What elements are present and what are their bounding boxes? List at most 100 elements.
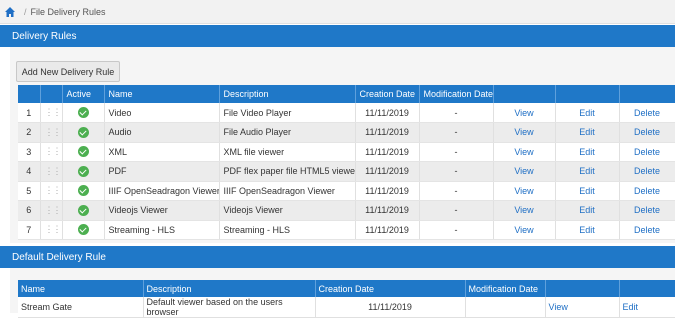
delete-link[interactable]: Delete	[619, 142, 675, 162]
rule-modified: -	[419, 122, 494, 143]
delete-link[interactable]: Delete	[619, 122, 675, 143]
active-check-icon	[77, 165, 89, 177]
col-description[interactable]: Description	[219, 85, 356, 103]
active-check-icon	[77, 204, 89, 216]
default-rule-modified	[465, 297, 546, 318]
view-link[interactable]: View	[493, 122, 556, 143]
table-row: 5 ⋮⋮ IIIF OpenSeadragon Viewer IIIF OpenSea…	[18, 181, 675, 201]
edit-link[interactable]: Edit	[555, 220, 620, 240]
default-rule-title: Default Delivery Rule	[12, 251, 106, 263]
active-check-icon	[77, 224, 89, 236]
rule-created: 11/11/2019	[355, 220, 420, 240]
rule-name: Audio	[104, 122, 220, 143]
view-link[interactable]: View	[493, 142, 556, 162]
rule-description: XML file viewer	[219, 142, 356, 162]
add-delivery-rule-button[interactable]: Add New Delivery Rule	[16, 61, 120, 82]
delivery-rules-header: Delivery Rules	[0, 25, 675, 47]
view-link[interactable]: View	[493, 200, 556, 221]
rule-description: Videojs Viewer	[219, 200, 356, 221]
active-cell	[62, 142, 105, 162]
table-row: 3 ⋮⋮ XML XML file viewer 11/11/2019- View Edit…	[18, 142, 675, 162]
edit-link[interactable]: Edit	[555, 142, 620, 162]
active-cell	[62, 220, 105, 240]
delete-link[interactable]: Delete	[619, 220, 675, 240]
col-creation-date[interactable]: Creation Date	[355, 85, 420, 103]
rule-name: XML	[104, 142, 220, 162]
breadcrumb-current: File Delivery Rules	[30, 6, 106, 17]
delete-link[interactable]: Delete	[619, 200, 675, 221]
drag-handle-icon[interactable]: ⋮⋮	[40, 103, 63, 123]
col-modification-date[interactable]: Modification Date	[419, 85, 494, 103]
view-link[interactable]: View	[493, 161, 556, 182]
active-cell	[62, 200, 105, 221]
table-row: 2 ⋮⋮ Audio File Audio Player 11/11/2019- View…	[18, 122, 675, 143]
table-row: 4 ⋮⋮ PDF PDF flex paper file HTML5 viewer 11…	[18, 161, 675, 182]
default-rule-view-link[interactable]: View	[545, 297, 620, 318]
edit-link[interactable]: Edit	[555, 161, 620, 182]
col-active[interactable]: Active	[62, 85, 105, 103]
drag-handle-icon[interactable]: ⋮⋮	[40, 220, 63, 240]
default-rule-description: Default viewer based on the users browse…	[143, 297, 316, 318]
active-cell	[62, 103, 105, 123]
rule-description: File Video Player	[219, 103, 356, 123]
default-rule-created: 11/11/2019	[315, 297, 466, 318]
row-number: 7	[18, 220, 41, 240]
active-cell	[62, 181, 105, 201]
row-number: 3	[18, 142, 41, 162]
rule-created: 11/11/2019	[355, 181, 420, 201]
col-drag	[40, 85, 63, 103]
col-edit	[555, 85, 620, 103]
drag-handle-icon[interactable]: ⋮⋮	[40, 181, 63, 201]
row-number: 2	[18, 122, 41, 143]
rule-created: 11/11/2019	[355, 200, 420, 221]
drag-handle-icon[interactable]: ⋮⋮	[40, 200, 63, 221]
default-col-creation-date: Creation Date	[315, 280, 466, 297]
edit-link[interactable]: Edit	[555, 200, 620, 221]
edit-link[interactable]: Edit	[555, 122, 620, 143]
delete-link[interactable]: Delete	[619, 103, 675, 123]
active-check-icon	[77, 107, 89, 119]
view-link[interactable]: View	[493, 220, 556, 240]
default-col-name: Name	[18, 280, 144, 297]
default-col-view	[545, 280, 620, 297]
breadcrumb-separator: /	[24, 6, 27, 17]
default-header-row: Name Description Creation Date Modificat…	[18, 280, 675, 297]
rule-description: PDF flex paper file HTML5 viewer	[219, 161, 356, 182]
table-row: 6 ⋮⋮ Videojs Viewer Videojs Viewer 11/11/201…	[18, 200, 675, 221]
edit-link[interactable]: Edit	[555, 103, 620, 123]
rule-description: Streaming - HLS	[219, 220, 356, 240]
default-rule-edit-link[interactable]: Edit	[619, 297, 675, 318]
rule-modified: -	[419, 103, 494, 123]
rule-modified: -	[419, 142, 494, 162]
active-check-icon	[77, 126, 89, 138]
delivery-rules-title: Delivery Rules	[12, 30, 77, 42]
rule-description: File Audio Player	[219, 122, 356, 143]
drag-handle-icon[interactable]: ⋮⋮	[40, 122, 63, 143]
row-number: 6	[18, 200, 41, 221]
col-number	[18, 85, 41, 103]
view-link[interactable]: View	[493, 103, 556, 123]
rule-name: IIIF OpenSeadragon Viewer	[104, 181, 220, 201]
row-number: 5	[18, 181, 41, 201]
active-cell	[62, 161, 105, 182]
rule-modified: -	[419, 220, 494, 240]
rule-name: Videojs Viewer	[104, 200, 220, 221]
col-delete	[619, 85, 675, 103]
drag-handle-icon[interactable]: ⋮⋮	[40, 161, 63, 182]
delete-link[interactable]: Delete	[619, 161, 675, 182]
rule-created: 11/11/2019	[355, 122, 420, 143]
table-row: 7 ⋮⋮ Streaming - HLS Streaming - HLS 11/11/2…	[18, 220, 675, 240]
rule-created: 11/11/2019	[355, 103, 420, 123]
col-name[interactable]: Name	[104, 85, 220, 103]
delete-link[interactable]: Delete	[619, 181, 675, 201]
rule-created: 11/11/2019	[355, 142, 420, 162]
view-link[interactable]: View	[493, 181, 556, 201]
rule-description: IIIF OpenSeadragon Viewer	[219, 181, 356, 201]
drag-handle-icon[interactable]: ⋮⋮	[40, 142, 63, 162]
active-check-icon	[77, 146, 89, 158]
default-col-edit	[619, 280, 675, 297]
edit-link[interactable]: Edit	[555, 181, 620, 201]
home-icon[interactable]	[4, 6, 16, 18]
rule-modified: -	[419, 161, 494, 182]
default-rule-header: Default Delivery Rule	[0, 246, 675, 268]
